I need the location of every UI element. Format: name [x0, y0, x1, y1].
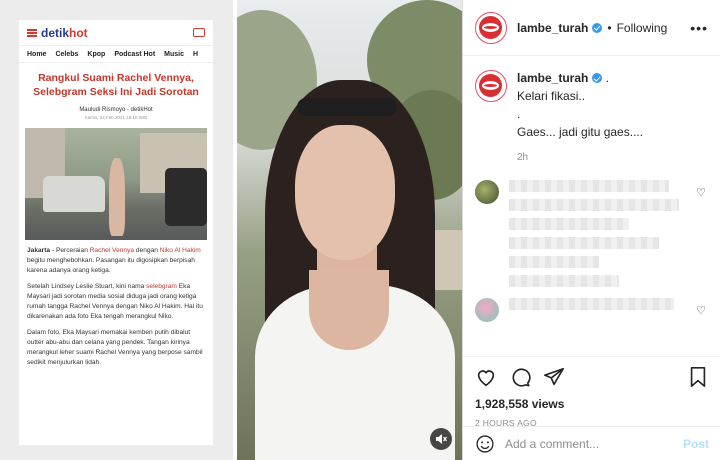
- post-sidebar: lambe_turah • Following ••• lambe_turah …: [462, 0, 720, 460]
- verified-badge-icon: [592, 73, 603, 83]
- username-link[interactable]: lambe_turah: [517, 21, 588, 35]
- nav-home: Home: [27, 51, 47, 58]
- video-icon: [193, 28, 205, 37]
- article-author: Mauludi Rismoyo - detikHot: [79, 107, 153, 113]
- following-button[interactable]: Following: [617, 21, 668, 35]
- heart-icon[interactable]: [475, 366, 497, 388]
- caption-timestamp[interactable]: 2h: [517, 150, 643, 166]
- instagram-post-view: detikhot Home Celebs Kpop Podcast Hot Mu…: [0, 0, 720, 460]
- article-screenshot-panel: detikhot Home Celebs Kpop Podcast Hot Mu…: [0, 0, 233, 460]
- post-actions: 1,928,558 views 2 HOURS AGO: [463, 356, 720, 428]
- like-comment-icon[interactable]: ♡: [696, 304, 706, 317]
- avatar[interactable]: [475, 180, 499, 204]
- caption-line: Gaes... jadi gitu gaes....: [517, 125, 644, 139]
- person-face: [295, 125, 395, 260]
- lips-logo-icon: [482, 81, 499, 90]
- video-frame: [237, 0, 462, 460]
- caption-dot: .: [605, 71, 610, 85]
- separator-dot: •: [607, 20, 612, 35]
- avatar[interactable]: [475, 11, 507, 44]
- blurred-comment: [509, 180, 679, 294]
- nav-kpop: Kpop: [87, 51, 106, 58]
- detikhot-logo: detikhot: [41, 25, 88, 40]
- comment-item: ♡: [475, 180, 708, 294]
- emoji-icon[interactable]: [475, 434, 495, 454]
- post-comment-button[interactable]: Post: [683, 437, 709, 451]
- article-title: Rangkul Suami Rachel Vennya, Selebgram S…: [33, 72, 199, 98]
- comment-icon[interactable]: [509, 366, 531, 388]
- menu-icon: [27, 28, 37, 37]
- avatar[interactable]: [475, 70, 507, 102]
- nav-music: Music: [164, 51, 184, 58]
- article-nav: Home Celebs Kpop Podcast Hot Music H: [19, 46, 213, 63]
- verified-badge-icon: [592, 22, 603, 33]
- comments-list[interactable]: lambe_turah . Kelari fikasi.. . Gaes... …: [463, 56, 720, 356]
- post-caption: lambe_turah . Kelari fikasi.. . Gaes... …: [475, 70, 708, 166]
- add-comment-bar: Post: [463, 426, 720, 460]
- caption-line: Kelari fikasi..: [517, 89, 586, 103]
- nav-celebs: Celebs: [55, 51, 79, 58]
- like-comment-icon[interactable]: ♡: [696, 186, 706, 199]
- speaker-muted-icon: [436, 434, 447, 444]
- caption-username[interactable]: lambe_turah: [517, 71, 588, 85]
- share-icon[interactable]: [543, 366, 565, 388]
- article-date: Kamis, 04 Feb 2021 18:10 WIB: [84, 115, 148, 120]
- mute-button[interactable]: [430, 428, 452, 450]
- article-paragraph-1: Jakarta - Perceraian Rachel Vennya denga…: [27, 247, 201, 274]
- more-options-icon[interactable]: •••: [690, 20, 708, 36]
- article-photo: [25, 128, 207, 240]
- article-paragraph-2: Setelah Lindsey Leslie Stuart, kini nama…: [27, 283, 203, 320]
- lips-logo-icon: [482, 22, 499, 32]
- nav-more: H: [193, 51, 199, 58]
- post-media[interactable]: detikhot Home Celebs Kpop Podcast Hot Mu…: [0, 0, 462, 460]
- article-screenshot: detikhot Home Celebs Kpop Podcast Hot Mu…: [19, 20, 213, 445]
- post-header: lambe_turah • Following •••: [463, 0, 720, 56]
- caption-line: .: [517, 107, 521, 121]
- view-count[interactable]: 1,928,558 views: [475, 397, 709, 411]
- sunglasses: [297, 98, 397, 116]
- video-player[interactable]: [237, 0, 462, 460]
- bookmark-icon[interactable]: [687, 366, 709, 388]
- article-body: Jakarta - Perceraian Rachel Vennya denga…: [19, 240, 213, 368]
- article-header: detikhot: [19, 20, 213, 46]
- comment-item: ♡: [475, 298, 708, 322]
- nav-podcast-hot: Podcast Hot: [114, 51, 156, 58]
- avatar[interactable]: [475, 298, 499, 322]
- article-paragraph-3: Dalam foto, Eka Maysari memakai kemben p…: [27, 329, 203, 366]
- blurred-comment: [509, 298, 674, 322]
- comment-input[interactable]: [505, 436, 665, 451]
